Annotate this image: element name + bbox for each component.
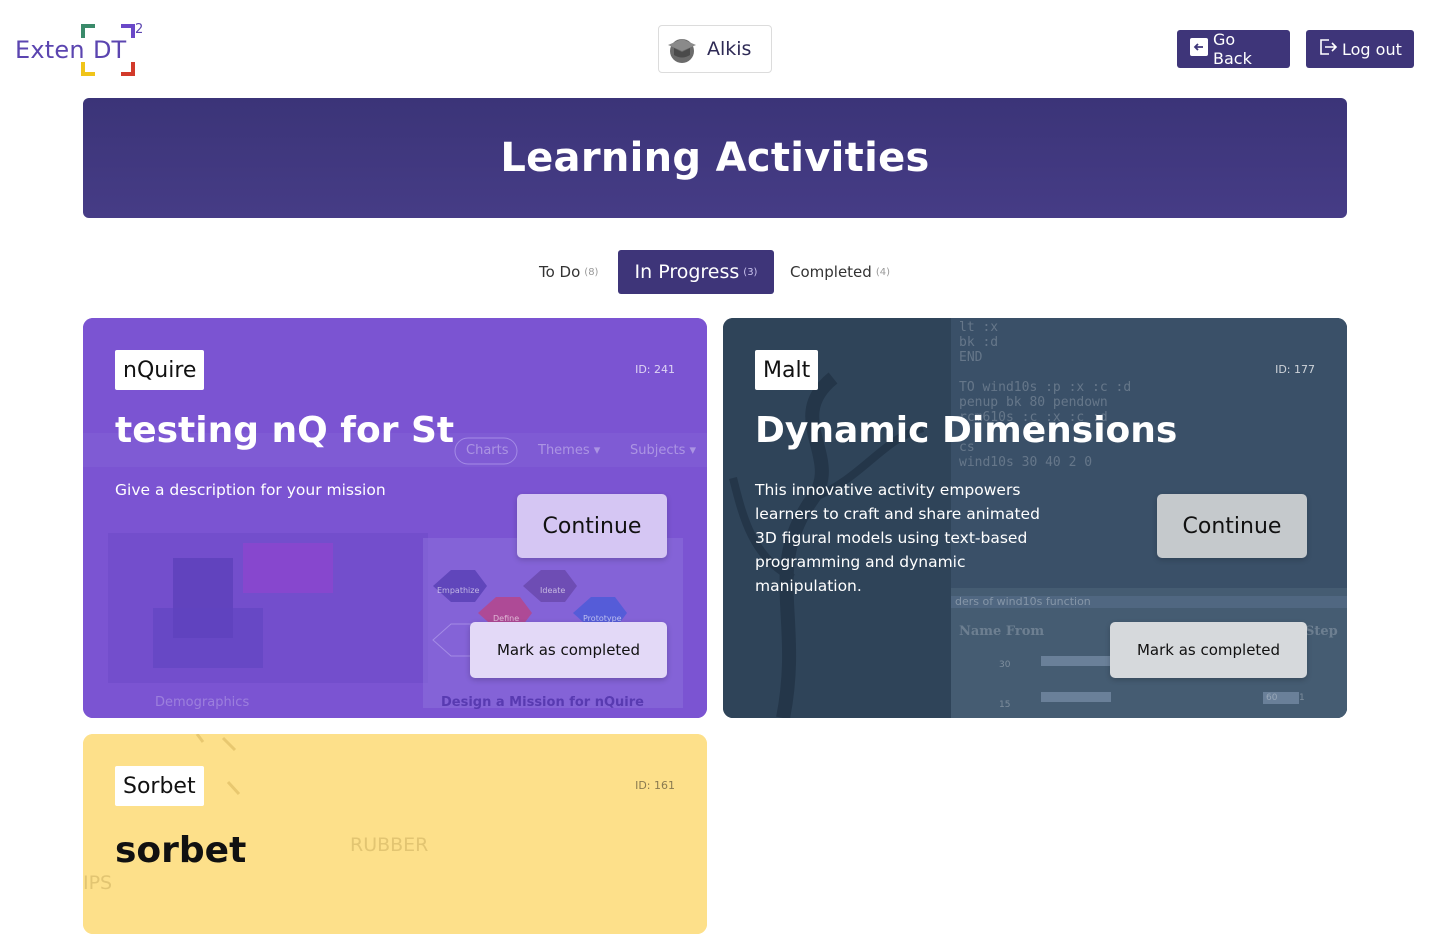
activity-title: testing nQ for St: [115, 410, 455, 451]
bg-text: Subjects ▾: [630, 443, 697, 458]
activity-description: Give a description for your mission: [115, 481, 386, 499]
tab-to-do[interactable]: To Do (8): [539, 250, 598, 294]
bg-text: 30: [999, 660, 1011, 670]
activity-title: sorbet: [115, 830, 247, 871]
tab-label: In Progress: [634, 261, 740, 283]
bg-text: 15: [999, 700, 1011, 710]
tab-count: (3): [743, 266, 758, 278]
page-title: Learning Activities: [500, 135, 930, 181]
activity-id: ID: 161: [635, 779, 675, 792]
continue-button[interactable]: Continue: [517, 494, 667, 558]
bg-text: Themes ▾: [538, 443, 601, 458]
logo-superscript: 2: [135, 22, 144, 37]
bg-text: Name From: [959, 624, 1045, 639]
activity-description: This innovative activity empowers learne…: [755, 481, 1040, 595]
bg-text: Design a Mission for nQuire: [441, 695, 644, 710]
user-name: Alkis: [707, 38, 752, 60]
activity-title: Dynamic Dimensions: [755, 410, 1178, 451]
tab-completed[interactable]: Completed (4): [790, 250, 890, 294]
logo: Exten DT 2: [15, 22, 145, 78]
bg-text: 60: [1266, 693, 1278, 703]
arrow-left-icon: [1189, 37, 1209, 61]
go-back-label: Go Back: [1213, 30, 1252, 68]
tab-count: (8): [584, 266, 599, 278]
graduation-cap-icon: [667, 34, 697, 64]
tab-count: (4): [875, 266, 890, 278]
bg-text: Step: [1305, 624, 1338, 639]
go-back-button[interactable]: Go Back: [1177, 30, 1290, 68]
logo-dt: DT: [93, 36, 127, 64]
bg-text: Demographics: [155, 695, 250, 710]
activity-id: ID: 177: [1275, 363, 1315, 376]
activity-card-nquire[interactable]: Themes ▾ Subjects ▾ Charts Demographics …: [83, 318, 707, 718]
bg-text: 1: [1299, 693, 1305, 703]
activity-id: ID: 241: [635, 363, 675, 376]
bg-text: Ideate: [540, 586, 566, 595]
logout-button[interactable]: Log out: [1306, 30, 1414, 68]
activity-tag: Malt: [755, 350, 819, 390]
mark-completed-button[interactable]: Mark as completed: [470, 622, 667, 678]
tab-label: To Do: [539, 263, 581, 281]
activity-card-sorbet[interactable]: RUBBER IPS Sorbet ID: 161 sorbet: [83, 734, 707, 934]
page-banner: Learning Activities: [83, 98, 1347, 218]
activity-tag: nQuire: [115, 350, 205, 390]
activity-tag: Sorbet: [115, 766, 204, 806]
mark-completed-button[interactable]: Mark as completed: [1110, 622, 1307, 678]
continue-button[interactable]: Continue: [1157, 494, 1307, 558]
bg-text: RUBBER: [350, 834, 429, 856]
user-chip[interactable]: Alkis: [658, 25, 772, 73]
status-tabs: To Do (8) In Progress (3) Completed (4): [0, 250, 1430, 294]
activity-card-malt[interactable]: lt :x bk :d END TO wind10s :p :x :c :d p…: [723, 318, 1347, 718]
tab-label: Completed: [790, 263, 872, 281]
bg-text: Empathize: [437, 586, 480, 595]
bg-text: Charts: [466, 443, 509, 458]
logout-label: Log out: [1342, 39, 1402, 59]
logout-icon: [1318, 37, 1338, 61]
bg-text: IPS: [83, 872, 113, 894]
tab-in-progress[interactable]: In Progress (3): [618, 250, 774, 294]
logo-text: Exten: [15, 36, 85, 64]
